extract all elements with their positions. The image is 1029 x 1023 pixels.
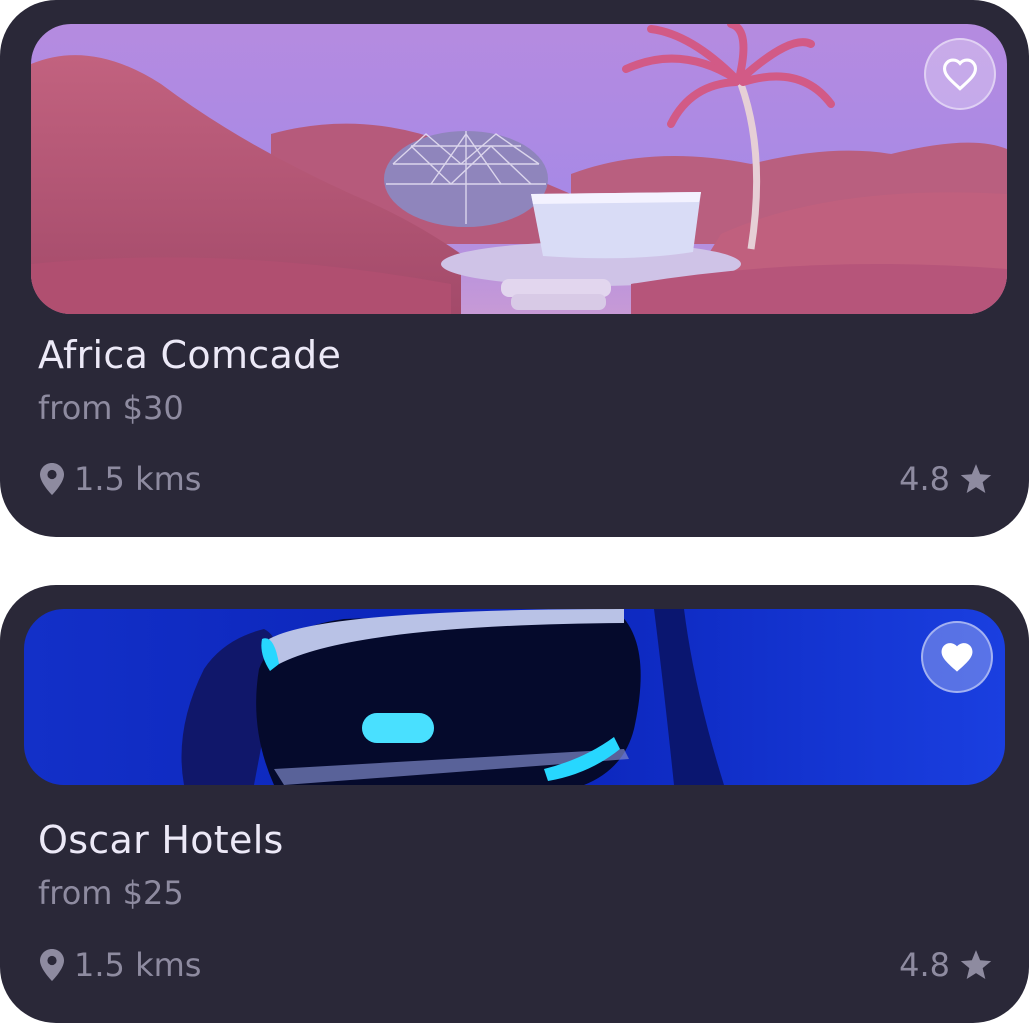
favorite-button[interactable] [924, 38, 996, 110]
star-icon [960, 463, 992, 493]
listing-card[interactable]: Oscar Hotels from $25 1.5 kms 4.8 [0, 585, 1029, 1023]
listing-price: from $25 [38, 874, 184, 912]
rating-value: 4.8 [899, 946, 950, 984]
listing-meta: 1.5 kms 4.8 [40, 457, 992, 501]
star-icon [960, 949, 992, 979]
listing-title: Oscar Hotels [38, 818, 284, 862]
listing-meta: 1.5 kms 4.8 [40, 943, 992, 987]
distance-info: 1.5 kms [40, 460, 201, 498]
distance-text: 1.5 kms [74, 460, 202, 498]
heart-filled-icon [941, 643, 973, 672]
listing-title: Africa Comcade [38, 333, 342, 377]
listing-image [24, 609, 1005, 785]
distance-text: 1.5 kms [74, 946, 202, 984]
location-pin-icon [40, 463, 64, 495]
listing-card[interactable]: Africa Comcade from $30 1.5 kms 4.8 [0, 0, 1029, 537]
vr-headset-image [24, 609, 1005, 785]
rating-info: 4.8 [899, 946, 992, 984]
rating-value: 4.8 [899, 460, 950, 498]
distance-info: 1.5 kms [40, 946, 201, 984]
location-pin-icon [40, 949, 64, 981]
listing-price: from $30 [38, 389, 184, 427]
favorite-button[interactable] [921, 621, 993, 693]
listing-image [31, 24, 1007, 314]
desert-scene-image [31, 24, 1007, 314]
rating-info: 4.8 [899, 460, 992, 498]
heart-outline-icon [942, 58, 978, 91]
